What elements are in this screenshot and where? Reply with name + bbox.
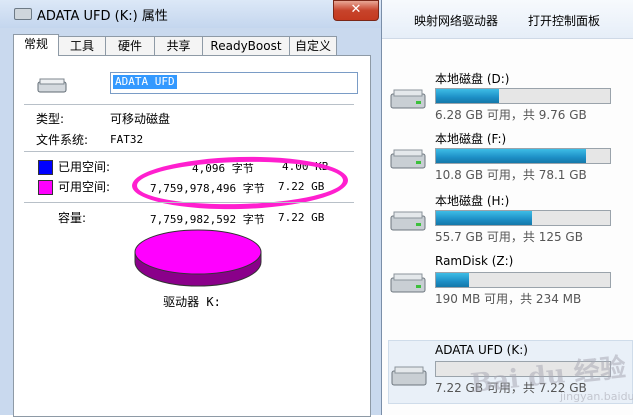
usage-pie-chart (134, 229, 262, 287)
usb-drive-icon (37, 78, 67, 93)
title-bar[interactable]: ADATA UFD (K:) 属性 ✕ (0, 0, 381, 28)
general-panel: ADATA UFD 类型: 可移动磁盘 文件系统: FAT32 已用空间: 4,… (13, 55, 371, 417)
drive-size-text: 6.28 GB 可用，共 9.76 GB (435, 108, 587, 122)
capacity-bytes: 7,759,982,592 字节 (150, 213, 265, 226)
hard-drive-icon (390, 273, 426, 293)
properties-dialog: ADATA UFD (K:) 属性 ✕ 常规 工具 硬件 共享 ReadyBoo… (0, 0, 382, 417)
drive-item-d[interactable]: 本地磁盘 (D:) 6.28 GB 可用，共 9.76 GB (390, 68, 630, 128)
drive-size-text: 10.8 GB 可用，共 78.1 GB (435, 168, 587, 182)
divider (24, 104, 354, 105)
divider (24, 202, 354, 203)
tab-readyboost[interactable]: ReadyBoost (202, 36, 290, 55)
drive-letter-label: 驱动器 K: (163, 295, 221, 309)
drive-item-h[interactable]: 本地磁盘 (H:) 55.7 GB 可用，共 125 GB (390, 190, 630, 250)
drive-usage-bar (435, 88, 611, 104)
drive-usage-bar (435, 272, 611, 288)
drive-item-z[interactable]: RamDisk (Z:) 190 MB 可用，共 234 MB (390, 252, 630, 312)
used-space-label: 已用空间: (58, 160, 111, 174)
free-space-label: 可用空间: (58, 180, 111, 194)
watermark-sub: jingyan.baidu.com (560, 390, 633, 403)
free-space-swatch (38, 180, 53, 195)
tab-sharing[interactable]: 共享 (154, 36, 203, 55)
hard-drive-icon (390, 89, 426, 109)
drive-name: 本地磁盘 (H:) (435, 194, 510, 208)
tab-hardware[interactable]: 硬件 (105, 36, 155, 55)
drive-name: 本地磁盘 (D:) (435, 72, 510, 86)
explorer-toolbar: 映射网络驱动器 打开控制面板 (380, 0, 633, 39)
open-control-panel-button[interactable]: 打开控制面板 (528, 12, 600, 29)
tab-tools[interactable]: 工具 (58, 36, 106, 55)
type-label: 类型: (36, 112, 65, 126)
capacity-label: 容量: (58, 211, 87, 225)
dialog-title: ADATA UFD (K:) 属性 (37, 9, 168, 24)
drive-name: ADATA UFD (K:) (435, 343, 528, 357)
usb-drive-icon (391, 366, 427, 386)
filesystem-label: 文件系统: (36, 133, 89, 147)
used-space-swatch (38, 160, 53, 175)
drive-item-f[interactable]: 本地磁盘 (F:) 10.8 GB 可用，共 78.1 GB (390, 128, 630, 188)
close-button[interactable]: ✕ (333, 0, 379, 21)
drive-size-text: 55.7 GB 可用，共 125 GB (435, 230, 583, 244)
drive-size-text: 190 MB 可用，共 234 MB (435, 292, 582, 306)
type-value: 可移动磁盘 (110, 112, 171, 126)
capacity-size: 7.22 GB (278, 211, 325, 224)
map-network-drive-button[interactable]: 映射网络驱动器 (414, 12, 498, 29)
tab-general[interactable]: 常规 (13, 34, 59, 56)
hard-drive-icon (390, 149, 426, 169)
filesystem-value: FAT32 (110, 133, 144, 146)
drive-name-input[interactable]: ADATA UFD (110, 72, 358, 94)
drive-title-icon (14, 8, 32, 20)
hard-drive-icon (390, 211, 426, 231)
drive-name-value: ADATA UFD (113, 75, 177, 89)
drive-usage-bar (435, 148, 611, 164)
drive-name: 本地磁盘 (F:) (435, 132, 507, 146)
drive-name: RamDisk (Z:) (435, 254, 514, 268)
drive-usage-bar (435, 210, 611, 226)
annotation-ellipse (131, 154, 349, 212)
tab-customize[interactable]: 自定义 (289, 36, 337, 55)
divider (24, 151, 354, 152)
